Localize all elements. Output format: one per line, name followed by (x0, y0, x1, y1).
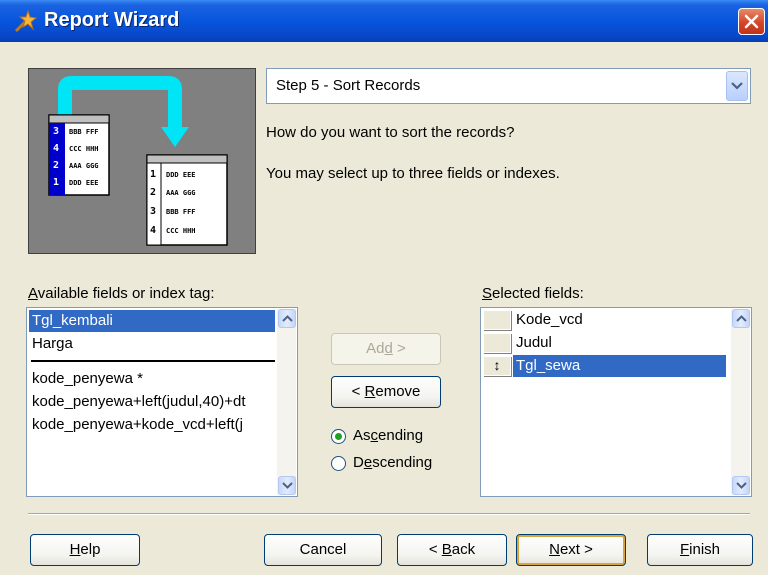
chevron-down-icon (282, 482, 293, 489)
left-row-3-num: 2 (53, 160, 59, 171)
back-button[interactable]: < Back (397, 534, 507, 566)
chevron-down-icon (731, 82, 743, 90)
right-row-2-num: 2 (150, 187, 156, 198)
ascending-radio[interactable] (331, 429, 346, 444)
report-wizard-window: Report Wizard 3 BBB FFF 4 CCC HHH 2 AAA … (0, 0, 768, 575)
ascending-label[interactable]: Ascending (353, 427, 423, 444)
list-item[interactable]: kode_penyewa * (29, 368, 275, 390)
cancel-button[interactable]: Cancel (264, 534, 382, 566)
right-row-1-num: 1 (150, 169, 156, 180)
left-row-1-text: BBB FFF (69, 128, 99, 136)
left-row-4-num: 1 (53, 177, 59, 188)
list-item[interactable]: Harga (29, 333, 275, 355)
right-row-3-text: BBB FFF (166, 208, 196, 216)
left-row-2-num: 4 (53, 143, 59, 154)
sort-records-picture: 3 BBB FFF 4 CCC HHH 2 AAA GGG 1 DDD EEE … (48, 76, 228, 246)
scroll-down-button[interactable] (732, 476, 750, 495)
close-button[interactable] (738, 8, 765, 35)
chevron-up-icon (736, 315, 747, 322)
descending-label[interactable]: Descending (353, 454, 432, 471)
list-item[interactable]: Tgl_sewa (513, 355, 726, 377)
scroll-down-button[interactable] (278, 476, 296, 495)
list-separator (31, 360, 275, 362)
list-item[interactable]: kode_penyewa+kode_vcd+left(j (29, 414, 275, 436)
chevron-down-icon (736, 482, 747, 489)
right-row-4-text: CCC HHH (166, 227, 196, 235)
right-row-1-text: DDD EEE (166, 171, 196, 179)
move-handle[interactable] (483, 333, 511, 353)
available-fields-list[interactable]: Tgl_kembali Harga kode_penyewa * kode_pe… (26, 307, 298, 497)
next-button[interactable]: Next > (516, 534, 626, 566)
step-select[interactable]: Step 5 - Sort Records (266, 68, 751, 104)
window-title: Report Wizard (44, 9, 180, 31)
wizard-wand-icon (14, 9, 38, 33)
right-row-4-num: 4 (150, 225, 156, 236)
sort-illustration: 3 BBB FFF 4 CCC HHH 2 AAA GGG 1 DDD EEE … (28, 68, 256, 254)
step-select-value: Step 5 - Sort Records (276, 77, 421, 94)
step-select-dropdown-button[interactable] (726, 71, 748, 101)
chevron-up-icon (282, 315, 293, 322)
descending-radio[interactable] (331, 456, 346, 471)
hint-text: You may select up to three fields or ind… (266, 165, 560, 182)
move-arrows-icon[interactable]: ↕ (483, 356, 511, 376)
scroll-up-button[interactable] (278, 309, 296, 328)
finish-button[interactable]: Finish (647, 534, 753, 566)
list-item[interactable]: Tgl_kembali (29, 310, 275, 332)
close-icon (744, 14, 759, 29)
title-bar: Report Wizard (0, 0, 768, 42)
scroll-up-button[interactable] (732, 309, 750, 328)
prompt-text: How do you want to sort the records? (266, 124, 515, 141)
selected-fields-label: Selected fields: (482, 285, 584, 302)
add-button[interactable]: Add > (331, 333, 441, 365)
selected-scrollbar[interactable] (731, 309, 750, 495)
list-item[interactable]: kode_penyewa+left(judul,40)+dt (29, 391, 275, 413)
move-handle[interactable] (483, 310, 511, 330)
available-scrollbar[interactable] (277, 309, 296, 495)
left-row-2-text: CCC HHH (69, 145, 99, 153)
right-row-2-text: AAA GGG (166, 189, 196, 197)
divider (28, 514, 750, 515)
list-item[interactable]: Kode_vcd (513, 309, 726, 331)
list-item[interactable]: Judul (513, 332, 726, 354)
selected-fields-list[interactable]: Kode_vcd Judul ↕ Tgl_sewa (480, 307, 752, 497)
left-row-1-num: 3 (53, 126, 59, 137)
remove-button[interactable]: < Remove (331, 376, 441, 408)
available-fields-label: Available fields or index tag: (28, 285, 215, 302)
help-button[interactable]: Help (30, 534, 140, 566)
left-row-3-text: AAA GGG (69, 162, 99, 170)
left-row-4-text: DDD EEE (69, 179, 99, 187)
radio-selected-dot (335, 433, 342, 440)
right-row-3-num: 3 (150, 206, 156, 217)
